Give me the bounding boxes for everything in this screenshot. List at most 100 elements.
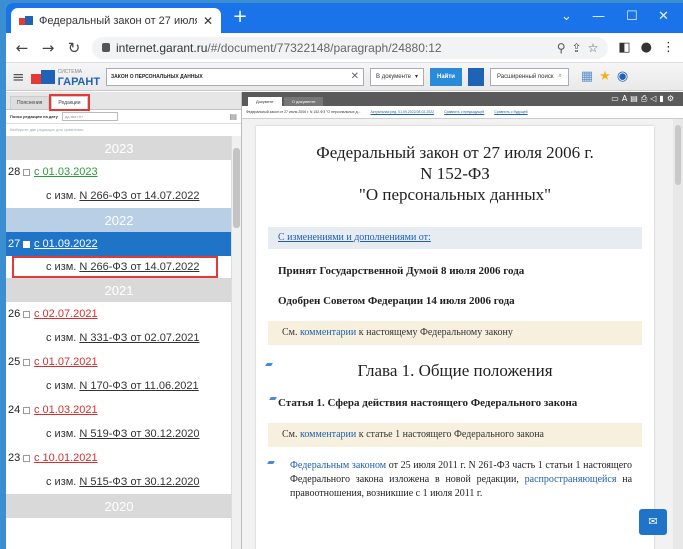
edition-number: 23 [8,452,21,464]
note-suffix: к настоящему Федеральному закону [358,327,513,338]
edition-item[interactable]: 26 с 02.07.2021 [6,302,232,326]
document-title: Федеральный закон от 27 июля 2006 г. [316,143,594,162]
changes-link[interactable]: С изменениями и дополнениями от: [268,227,642,249]
edition-date-link[interactable]: с 01.09.2022 [34,238,98,250]
search-scope-select[interactable]: В документе ▾ [370,67,424,86]
new-tab-button[interactable]: + [230,7,250,27]
help-icon[interactable]: ◉ [617,69,628,84]
document-scroll-thumb[interactable] [675,125,681,185]
comments-link[interactable]: комментарии [300,327,356,338]
paragraph-marker-icon[interactable] [269,397,277,400]
amendment-link[interactable]: N 266-ФЗ от 14.07.2022 [79,190,199,202]
edition-date-link[interactable]: с 10.01.2021 [34,452,98,464]
profile-icon[interactable]: ● [641,40,652,55]
date-input[interactable]: дд.мм.гггг [61,112,118,121]
url-input[interactable]: internet.garant.ru/#/document/77322148/p… [92,36,609,59]
edition-amendment: с изм. N 331-ФЗ от 02.07.2021 [6,326,232,350]
close-tab-icon[interactable]: ✕ [203,14,213,28]
garant-search-input[interactable]: ЗАКОН О ПЕРСОНАЛЬНЫХ ДАННЫХ ✕ [106,67,365,86]
amendment-link[interactable]: N 519-ФЗ от 30.12.2020 [79,428,199,440]
find-button[interactable]: Найти [430,67,462,86]
edition-item-selected[interactable]: 27 с 01.09.2022 [6,232,232,256]
edition-amendment-highlighted: с изм. N 266-ФЗ от 14.07.2022 [12,256,218,278]
compare-checkbox[interactable] [23,406,30,414]
zoom-icon[interactable]: ⚲ [557,41,566,55]
amendment-link[interactable]: N 331-ФЗ от 02.07.2021 [79,332,199,344]
compare-checkbox[interactable] [23,454,30,462]
chat-support-button[interactable]: ✉ [639,509,667,535]
chevron-down-icon[interactable]: ⌄ [561,9,572,24]
amendment-link[interactable]: N 515-ФЗ от 30.12.2020 [79,476,199,488]
bookmark-star-icon[interactable]: ☆ [588,41,599,55]
save-icon[interactable]: ▤ [630,94,641,103]
address-bar: ← → ↻ internet.garant.ru/#/document/7732… [6,33,683,63]
tab-editions[interactable]: Редакции [49,94,90,111]
paragraph-marker-icon[interactable] [267,461,275,464]
view-icon[interactable]: ▭ [611,94,622,103]
compare-previous-link[interactable]: Сравнить с предыдущей [444,110,484,114]
clear-search-icon[interactable]: ✕ [351,71,359,82]
garant-logo[interactable]: СИСТЕМА ГАРАНТ [30,67,101,88]
back-arrow-icon[interactable]: ← [14,39,30,57]
gallery-icon[interactable]: ▦ [581,69,593,84]
bookmark-icon[interactable]: ▮ [659,94,666,103]
forward-arrow-icon[interactable]: → [40,39,56,57]
reload-icon[interactable]: ↻ [66,39,82,57]
article-comments-link[interactable]: комментарии [300,429,356,440]
edition-item[interactable]: 24 с 01.03.2021 [6,398,232,422]
star-notification-icon[interactable]: ★ [599,69,611,84]
tab-comments[interactable]: Пояснения [10,96,50,109]
edition-item[interactable]: 28 с 01.03.2023 [6,160,232,184]
hamburger-menu-icon[interactable]: ≡ [12,68,25,86]
applies-link[interactable]: распространяющейся [525,474,617,485]
search-options-button[interactable] [468,67,484,86]
compare-checkbox[interactable] [23,168,30,176]
paragraph-marker-icon[interactable] [265,363,273,366]
edition-amendment: с изм. N 519-ФЗ от 30.12.2020 [6,422,232,446]
document-page: Федеральный закон от 27 июля 2006 г. N 1… [256,126,654,549]
compare-next-link[interactable]: Сравнить с будущей [494,110,527,114]
document-tools[interactable]: ▭A▤⎙◁▮⚙ [611,94,677,104]
accepted-line: Принят Государственной Думой 8 июля 2006… [278,265,525,277]
left-panel-tabs: Пояснения Редакции [6,92,241,111]
document-scrollbar[interactable] [673,119,683,549]
tab-document[interactable]: Документ [248,97,282,106]
tab-title: Федеральный закон от 27 июля [39,14,197,27]
chevron-down-icon: ▾ [414,74,418,80]
settings-icon[interactable]: ⚙ [667,94,677,103]
close-window-button[interactable]: ✕ [658,9,669,24]
edition-item[interactable]: 25 с 01.07.2021 [6,350,232,374]
compare-checkbox[interactable] [23,358,30,366]
advanced-search-button[interactable]: Расширенный поиск ⌕ [490,67,569,86]
edition-item[interactable]: 23 с 10.01.2021 [6,446,232,470]
amendment-link[interactable]: N 266-ФЗ от 14.07.2022 [79,261,199,273]
edition-date-link[interactable]: с 02.07.2021 [34,308,98,320]
compare-hint[interactable]: Выберите две редакции для сравнения [6,124,241,136]
left-scroll-thumb[interactable] [233,148,240,228]
share-icon[interactable]: ⇪ [572,41,582,55]
document-tabs: Документ О документе ▭A▤⎙◁▮⚙ [242,92,683,106]
print-icon[interactable]: ⎙ [641,94,650,103]
edition-date-link[interactable]: с 01.03.2021 [34,404,98,416]
url-path: /#/document/77322148/paragraph/24880:12 [207,40,442,55]
tab-about-document[interactable]: О документе [283,97,324,106]
left-scrollbar[interactable] [231,136,241,549]
actual-edition-link[interactable]: Актуальная ред. 01.09.2022/28.02.2022 [371,110,435,114]
compare-checkbox[interactable] [23,240,30,248]
calendar-icon[interactable]: ▤ [229,112,237,121]
amendment-link[interactable]: N 170-ФЗ от 11.06.2021 [79,380,198,392]
compare-checkbox[interactable] [23,310,30,318]
amendment-paragraph: Федеральным законом от 25 июля 2011 г. N… [256,459,654,501]
maximize-button[interactable]: ☐ [626,9,638,24]
chapter-title: Глава 1. Общие положения [357,361,553,380]
federal-law-link[interactable]: Федеральным законом [290,460,386,471]
amendment-prefix: с изм. [46,476,77,488]
edition-date-link[interactable]: с 01.03.2023 [34,166,98,178]
edition-date-link[interactable]: с 01.07.2021 [34,356,98,368]
menu-kebab-icon[interactable]: ⋮ [662,40,675,55]
minimize-button[interactable]: — [592,9,605,24]
amendment-prefix: с изм. [46,428,77,440]
browser-tab[interactable]: Федеральный закон от 27 июля ✕ [11,8,221,33]
logo-text: ГАРАНТ [57,75,101,88]
sidepanel-icon[interactable]: ◧ [618,40,630,55]
